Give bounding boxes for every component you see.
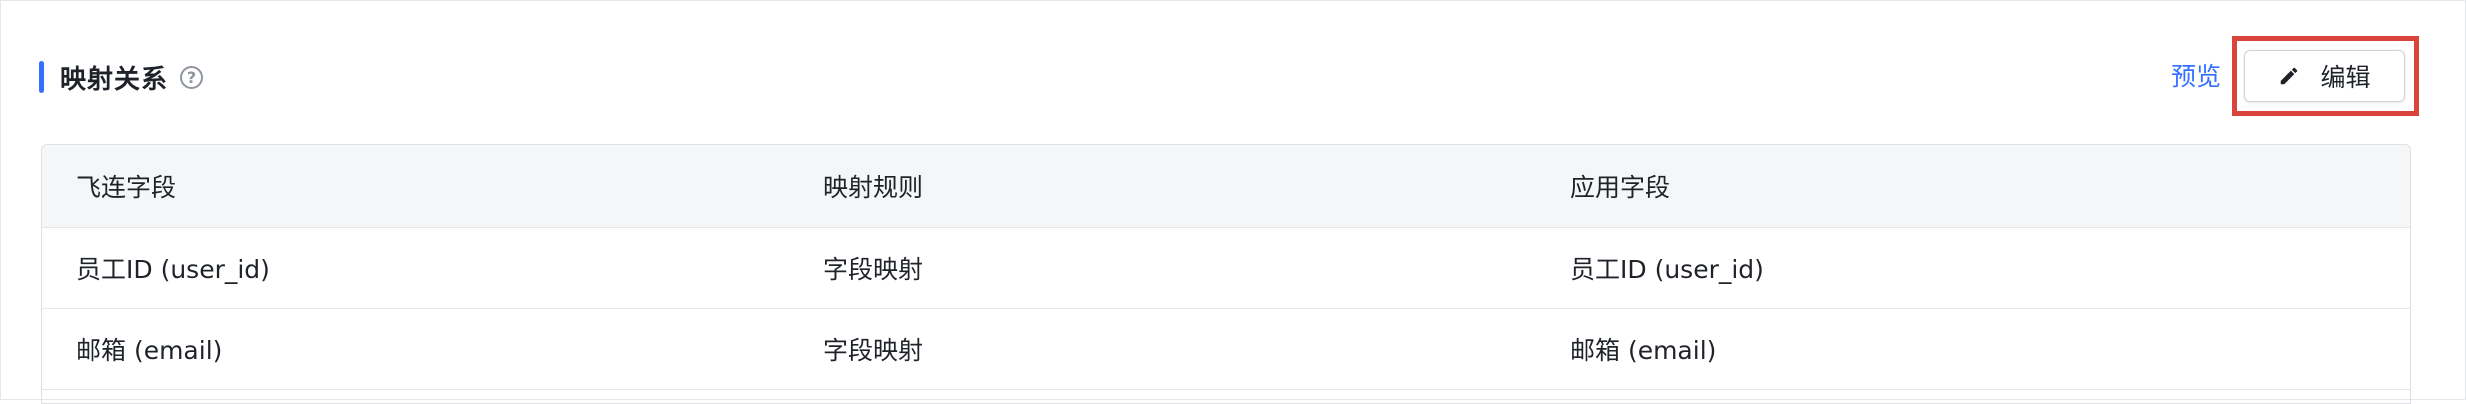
column-header-source-field: 飞连字段 [76, 173, 177, 202]
table-row: 员工ID (user_id) 字段映射 员工ID (user_id) [42, 228, 2410, 309]
cell-app-field: 员工ID (user_id) [1570, 255, 1764, 284]
pencil-icon [2281, 67, 2298, 85]
cell-mapping-rule: 字段映射 [823, 255, 924, 284]
cell-source-field: 员工ID (user_id) [76, 255, 270, 284]
table-row: 邮箱 (email) 字段映射 邮箱 (email) [42, 309, 2410, 390]
column-header-mapping-rule: 映射规则 [823, 173, 924, 202]
edit-button[interactable]: 编辑 [2244, 50, 2405, 102]
question-circle-icon[interactable]: ? [180, 65, 204, 89]
cell-mapping-rule: 字段映射 [823, 336, 924, 365]
table-header-row: 飞连字段 映射规则 应用字段 [42, 145, 2410, 228]
section-accent-bar [39, 61, 44, 93]
column-header-app-field: 应用字段 [1570, 173, 1671, 202]
edit-button-label: 编辑 [2320, 63, 2371, 92]
mapping-table: 飞连字段 映射规则 应用字段 员工ID (user_id) 字段映射 员工ID … [41, 144, 2411, 404]
cell-source-field: 邮箱 (email) [76, 336, 223, 365]
section-header: 映射关系 ? [39, 57, 204, 97]
cell-app-field: 邮箱 (email) [1570, 336, 1717, 365]
preview-link[interactable]: 预览 [2171, 57, 2221, 97]
mapping-panel: 映射关系 ? 预览 编辑 飞连字段 映射规则 应用字段 员工ID (user_i… [0, 0, 2466, 404]
section-title: 映射关系 [60, 64, 169, 95]
